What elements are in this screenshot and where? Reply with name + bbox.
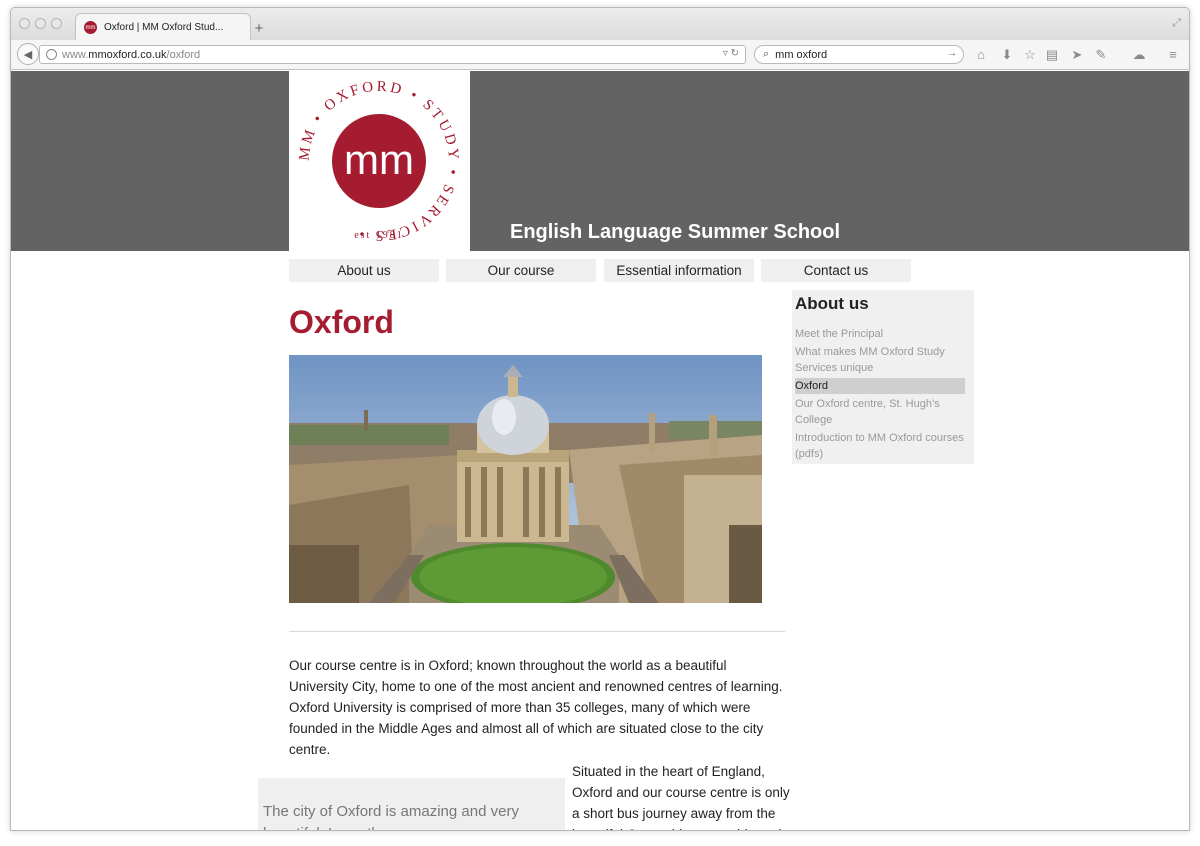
title-bar: mm Oxford | MM Oxford Stud... + ⤢ <box>11 8 1189 41</box>
new-tab-button[interactable]: + <box>251 20 267 37</box>
fullscreen-icon[interactable]: ⤢ <box>1172 17 1181 30</box>
home-icon[interactable]: ⌂ <box>973 48 989 62</box>
menu-icon[interactable]: ≡ <box>1165 48 1181 62</box>
site-tagline: English Language Summer School <box>510 221 841 243</box>
favicon-icon: mm <box>84 21 97 34</box>
sidebar-link-oxford[interactable]: Oxford <box>795 378 965 394</box>
url-path: /oxford <box>166 48 201 61</box>
browser-tab[interactable]: mm Oxford | MM Oxford Stud... <box>75 13 251 41</box>
reading-list-icon[interactable]: ▤ <box>1044 48 1060 62</box>
back-button[interactable]: ◀ <box>17 43 39 65</box>
nav-item-essential-information[interactable]: Essential information <box>604 259 754 282</box>
sidebar-link-what-makes-unique[interactable]: What makes MM Oxford Study Services uniq… <box>795 344 965 376</box>
download-icon[interactable]: ⬇ <box>999 48 1015 62</box>
right-column-text: Situated in the heart of England, Oxford… <box>572 764 790 830</box>
reload-icon[interactable]: ▿ ↻ <box>723 48 739 59</box>
oxford-photo <box>289 355 762 603</box>
logo-emblem: MM • OXFORD • STUDY • SERVICES • mm est … <box>297 79 459 243</box>
share-icon[interactable]: ➤ <box>1069 48 1085 62</box>
logo-monogram: mm <box>344 136 414 183</box>
page-title: Oxford <box>289 304 394 340</box>
back-icon: ◀ <box>23 48 33 61</box>
sidebar-link-meet-the-principal[interactable]: Meet the Principal <box>795 326 965 342</box>
navigation-toolbar: ◀ www. mmoxford.co.uk/oxford ▿ ↻ ⌕ mm oxf… <box>11 40 1189 70</box>
web-page: MM • OXFORD • STUDY • SERVICES • mm est … <box>11 71 1189 830</box>
browser-window: mm Oxford | MM Oxford Stud... + ⤢ ◀ www.… <box>10 7 1190 831</box>
url-host: mmoxford.co.uk <box>88 48 167 61</box>
sidebar-link-oxford-centre[interactable]: Our Oxford centre, St. Hugh’s College <box>795 396 965 428</box>
nav-item-contact-us[interactable]: Contact us <box>761 259 911 282</box>
sidebar: About us Meet the Principal What makes M… <box>792 290 974 464</box>
search-input[interactable]: mm oxford <box>775 49 827 61</box>
search-bar[interactable]: ⌕ mm oxford → <box>754 45 964 64</box>
close-window-button[interactable] <box>19 18 30 29</box>
sidebar-title: About us <box>795 294 869 313</box>
addon-icon[interactable]: ✎ <box>1093 48 1109 62</box>
nav-item-about-us[interactable]: About us <box>289 259 439 282</box>
bookmark-star-icon[interactable]: ☆ <box>1022 48 1038 62</box>
sidebar-links: Meet the Principal What makes MM Oxford … <box>795 326 965 464</box>
tab-title: Oxford | MM Oxford Stud... <box>104 22 224 33</box>
globe-icon <box>46 49 57 60</box>
site-logo[interactable]: MM • OXFORD • STUDY • SERVICES • mm est … <box>289 71 470 251</box>
logo-established: est 1981 <box>354 230 404 241</box>
quote-text: The city of Oxford is amazing and very b… <box>263 803 519 830</box>
intro-paragraph: Our course centre is in Oxford; known th… <box>289 658 783 757</box>
sidebar-link-course-introduction[interactable]: Introduction to MM Oxford courses (pdfs) <box>795 430 965 462</box>
quote-box: The city of Oxford is amazing and very b… <box>258 778 565 830</box>
address-bar[interactable]: www. mmoxford.co.uk/oxford ▿ ↻ <box>39 45 746 64</box>
nav-item-our-course[interactable]: Our course <box>446 259 596 282</box>
search-go-icon[interactable]: → <box>947 48 957 59</box>
content-divider <box>289 631 785 632</box>
chat-icon[interactable]: ☁ <box>1131 48 1147 62</box>
search-icon: ⌕ <box>763 48 770 60</box>
zoom-window-button[interactable] <box>51 18 62 29</box>
minimize-window-button[interactable] <box>35 18 46 29</box>
url-prefix: www. <box>62 48 89 61</box>
